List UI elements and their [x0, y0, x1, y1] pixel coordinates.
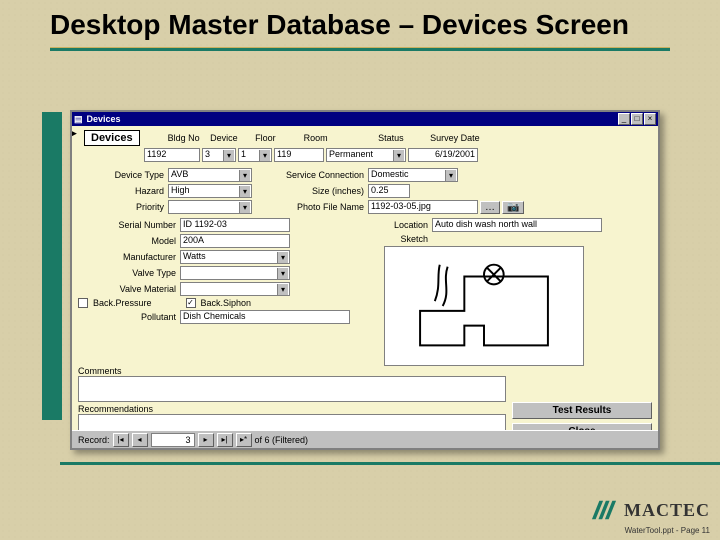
- footer-rule: [60, 462, 720, 465]
- back-siphon-checkbox[interactable]: ✓: [186, 298, 196, 308]
- label-floor: Floor: [242, 133, 278, 143]
- record-current[interactable]: 3: [151, 433, 195, 447]
- device-field[interactable]: 3: [202, 148, 236, 162]
- status-field[interactable]: Permanent: [326, 148, 406, 162]
- company-logo-icon: [590, 497, 618, 523]
- serial-number-field[interactable]: ID 1192-03: [180, 218, 290, 232]
- label-model: Model: [78, 236, 178, 246]
- title-underline: [50, 47, 670, 51]
- size-field[interactable]: 0.25: [368, 184, 410, 198]
- label-priority: Priority: [78, 202, 166, 212]
- label-recommendations: Recommendations: [78, 404, 506, 414]
- label-valve-type: Valve Type: [78, 268, 178, 278]
- slide-title: Desktop Master Database – Devices Screen: [0, 0, 720, 43]
- label-comments: Comments: [78, 366, 506, 376]
- label-manufacturer: Manufacturer: [78, 252, 178, 262]
- record-navigator: Record: |◂ ◂ 3 ▸ ▸| ▸* of 6 (Filtered): [72, 430, 658, 448]
- section-header: Devices: [84, 130, 140, 146]
- form-body: ▶ Devices Bldg No Device Floor Room Stat…: [72, 126, 658, 430]
- valve-type-field[interactable]: [180, 266, 290, 280]
- label-sketch: Sketch: [384, 234, 430, 244]
- label-pollutant: Pollutant: [78, 312, 178, 322]
- label-bldg-no: Bldg No: [142, 133, 202, 143]
- service-connection-field[interactable]: Domestic: [368, 168, 458, 182]
- accent-bar: [42, 112, 62, 420]
- label-size: Size (inches): [254, 186, 366, 196]
- sketch-canvas[interactable]: [384, 246, 584, 366]
- label-back-siphon: Back.Siphon: [201, 298, 252, 308]
- page-note: WaterTool.ppt - Page 11: [590, 526, 710, 535]
- browse-photo-button[interactable]: …: [480, 201, 500, 214]
- nav-last-button[interactable]: ▸|: [217, 433, 233, 447]
- photo-file-field[interactable]: 1192-03-05.jpg: [368, 200, 478, 214]
- pollutant-field[interactable]: Dish Chemicals: [180, 310, 350, 324]
- recommendations-field[interactable]: [78, 414, 506, 430]
- label-survey-date: Survey Date: [408, 133, 482, 143]
- maximize-button[interactable]: □: [631, 113, 643, 125]
- label-status: Status: [332, 133, 406, 143]
- camera-button[interactable]: 📷: [502, 201, 524, 214]
- record-caret-icon: ▶: [72, 128, 77, 139]
- label-device-type: Device Type: [78, 170, 166, 180]
- label-device: Device: [204, 133, 240, 143]
- slide-footer: MACTEC WaterTool.ppt - Page 11: [590, 497, 710, 535]
- nav-new-button[interactable]: ▸*: [236, 433, 252, 447]
- model-field[interactable]: 200A: [180, 234, 290, 248]
- label-service-connection: Service Connection: [254, 170, 366, 180]
- record-label: Record:: [78, 435, 110, 445]
- label-serial-number: Serial Number: [78, 220, 178, 230]
- company-name: MACTEC: [624, 500, 710, 521]
- nav-first-button[interactable]: |◂: [113, 433, 129, 447]
- label-hazard: Hazard: [78, 186, 166, 196]
- label-photo-file: Photo File Name: [254, 202, 366, 212]
- floor-field[interactable]: 1: [238, 148, 272, 162]
- label-valve-material: Valve Material: [78, 284, 178, 294]
- close-button[interactable]: Close: [512, 423, 652, 430]
- record-of-text: of 6 (Filtered): [255, 435, 309, 445]
- hazard-field[interactable]: High: [168, 184, 252, 198]
- window-title: Devices: [87, 114, 121, 124]
- bldg-no-field[interactable]: 1192: [144, 148, 200, 162]
- label-location: Location: [384, 220, 430, 230]
- nav-prev-button[interactable]: ◂: [132, 433, 148, 447]
- camera-icon: 📷: [507, 202, 519, 213]
- test-results-button[interactable]: Test Results: [512, 402, 652, 419]
- devices-window: ▤ Devices _ □ × ▶ Devices Bldg No Device…: [70, 110, 660, 450]
- label-room: Room: [280, 133, 330, 143]
- window-titlebar: ▤ Devices _ □ ×: [72, 112, 658, 126]
- device-type-field[interactable]: AVB: [168, 168, 252, 182]
- nav-next-button[interactable]: ▸: [198, 433, 214, 447]
- form-icon: ▤: [74, 114, 83, 125]
- valve-material-field[interactable]: [180, 282, 290, 296]
- manufacturer-field[interactable]: Watts: [180, 250, 290, 264]
- label-back-pressure: Back.Pressure: [93, 298, 152, 308]
- minimize-button[interactable]: _: [618, 113, 630, 125]
- close-window-button[interactable]: ×: [644, 113, 656, 125]
- location-field[interactable]: Auto dish wash north wall: [432, 218, 602, 232]
- comments-field[interactable]: [78, 376, 506, 402]
- priority-field[interactable]: [168, 200, 252, 214]
- survey-date-field[interactable]: 6/19/2001: [408, 148, 478, 162]
- room-field[interactable]: 119: [274, 148, 324, 162]
- back-pressure-checkbox[interactable]: [78, 298, 88, 308]
